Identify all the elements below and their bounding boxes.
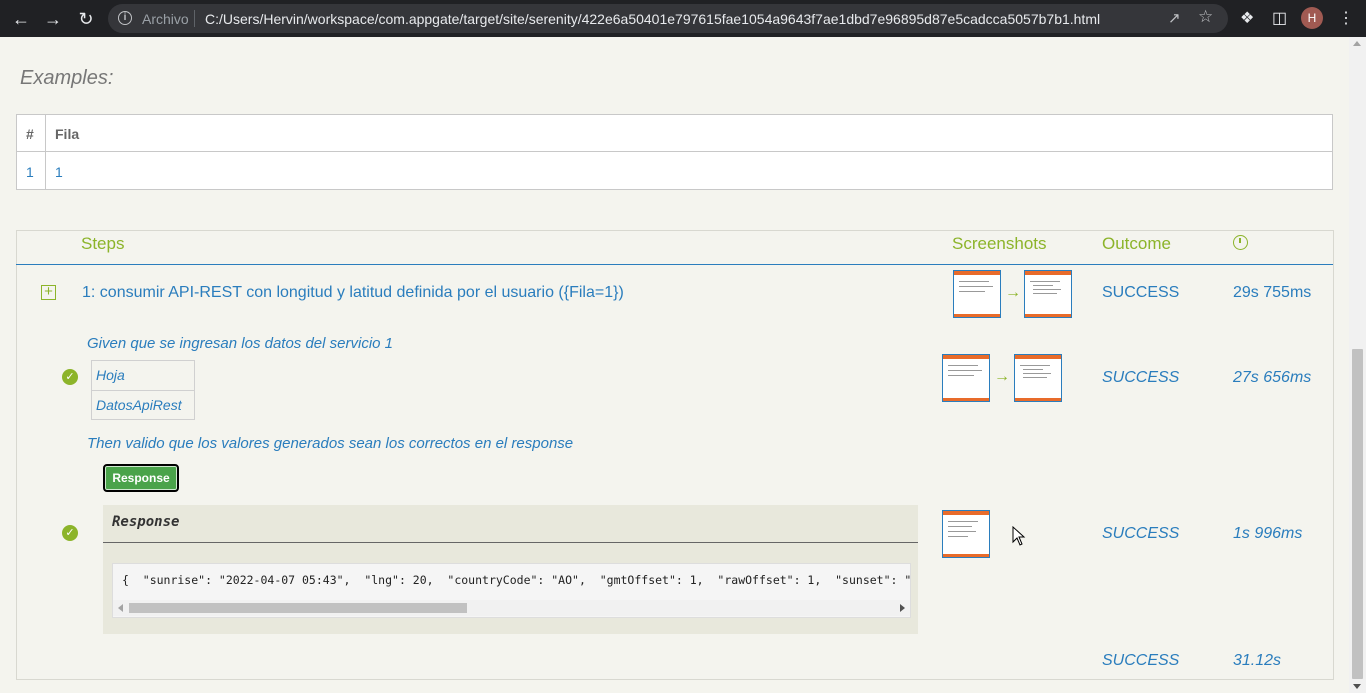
scrollbar-thumb[interactable] — [1352, 349, 1363, 679]
column-header-fila: Fila — [55, 126, 80, 142]
browser-toolbar: ← → ↻ i Archivo C:/Users/Hervin/workspac… — [0, 0, 1366, 37]
horizontal-scrollbar[interactable] — [113, 600, 910, 616]
info-icon[interactable]: i — [118, 11, 132, 25]
response-panel: Response { "sunrise": "2022-04-07 05:43"… — [103, 505, 918, 634]
examples-table: # Fila 1 1 — [16, 114, 1333, 190]
outcome-column-header: Outcome — [1102, 234, 1171, 253]
success-check-icon: ✓ — [62, 369, 78, 385]
screenshot-thumbnail[interactable] — [942, 510, 990, 558]
panel-divider — [103, 542, 918, 543]
omnibox-divider — [194, 10, 195, 27]
step-duration: 27s 656ms — [1233, 369, 1312, 386]
scroll-left-arrow-icon[interactable] — [118, 604, 123, 612]
arrow-right-icon: → — [1005, 284, 1021, 301]
side-panel-icon[interactable]: ◫ — [1272, 8, 1287, 28]
header-divider — [16, 264, 1333, 265]
stopwatch-icon — [1233, 235, 1248, 250]
scroll-down-arrow-icon[interactable] — [1353, 684, 1361, 689]
scroll-up-arrow-icon[interactable] — [1353, 41, 1361, 46]
expand-plus-icon[interactable]: + — [41, 284, 56, 300]
data-table-cell: DatosApiRest — [96, 397, 182, 413]
examples-heading: Examples: — [20, 67, 114, 89]
table-cell-index[interactable]: 1 — [26, 164, 34, 180]
step-title[interactable]: 1: consumir API-REST con longitud y lati… — [82, 284, 624, 302]
step-data-table: Hoja DatosApiRest — [91, 360, 195, 420]
success-check-icon: ✓ — [62, 525, 78, 541]
address-bar[interactable]: i Archivo C:/Users/Hervin/workspace/com.… — [108, 4, 1228, 33]
menu-kebab-icon[interactable]: ⋮ — [1338, 8, 1354, 28]
scheme-label: Archivo — [142, 11, 189, 27]
step-duration: 29s 755ms — [1233, 284, 1312, 301]
table-divider — [45, 115, 46, 189]
screenshot-thumbnail[interactable] — [953, 270, 1001, 318]
screenshot-thumbnail[interactable] — [1024, 270, 1072, 318]
extensions-puzzle-icon[interactable]: ❖ — [1240, 8, 1254, 28]
response-button[interactable]: Response — [103, 464, 179, 492]
table-cell-fila[interactable]: 1 — [55, 164, 63, 180]
step-outcome: SUCCESS — [1102, 369, 1180, 386]
table-divider — [17, 151, 1332, 152]
screenshot-thumbnail[interactable] — [1014, 354, 1062, 402]
total-duration: 31.12s — [1233, 652, 1282, 669]
column-header-index: # — [26, 126, 34, 142]
screenshot-thumbnail[interactable] — [942, 354, 990, 402]
scroll-right-arrow-icon[interactable] — [900, 604, 905, 612]
data-table-cell: Hoja — [96, 367, 125, 383]
total-outcome: SUCCESS — [1102, 652, 1180, 669]
page-scrollbar[interactable] — [1349, 37, 1366, 693]
url-text[interactable]: C:/Users/Hervin/workspace/com.appgate/ta… — [205, 11, 1100, 27]
profile-avatar[interactable]: H — [1301, 7, 1323, 29]
bookmark-star-icon[interactable]: ☆ — [1198, 7, 1213, 27]
horizontal-scrollbar-thumb[interactable] — [129, 603, 467, 613]
reload-icon[interactable]: ↻ — [73, 6, 99, 32]
response-code-box[interactable]: { "sunrise": "2022-04-07 05:43", "lng": … — [112, 563, 911, 618]
screenshots-column-header: Screenshots — [952, 234, 1047, 253]
response-panel-title: Response — [112, 514, 180, 530]
forward-arrow-icon[interactable]: → — [40, 6, 66, 32]
back-arrow-icon[interactable]: ← — [8, 6, 34, 32]
share-icon[interactable]: ↗ — [1168, 9, 1181, 27]
step-outcome: SUCCESS — [1102, 284, 1180, 301]
arrow-right-icon: → — [994, 368, 1010, 385]
step-duration: 1s 996ms — [1233, 525, 1303, 542]
steps-column-header: Steps — [81, 234, 125, 253]
step-outcome: SUCCESS — [1102, 525, 1180, 542]
then-step-text: Then valido que los valores generados se… — [87, 435, 574, 452]
response-json-text: { "sunrise": "2022-04-07 05:43", "lng": … — [122, 573, 911, 587]
given-step-text: Given que se ingresan los datos del serv… — [87, 335, 394, 352]
